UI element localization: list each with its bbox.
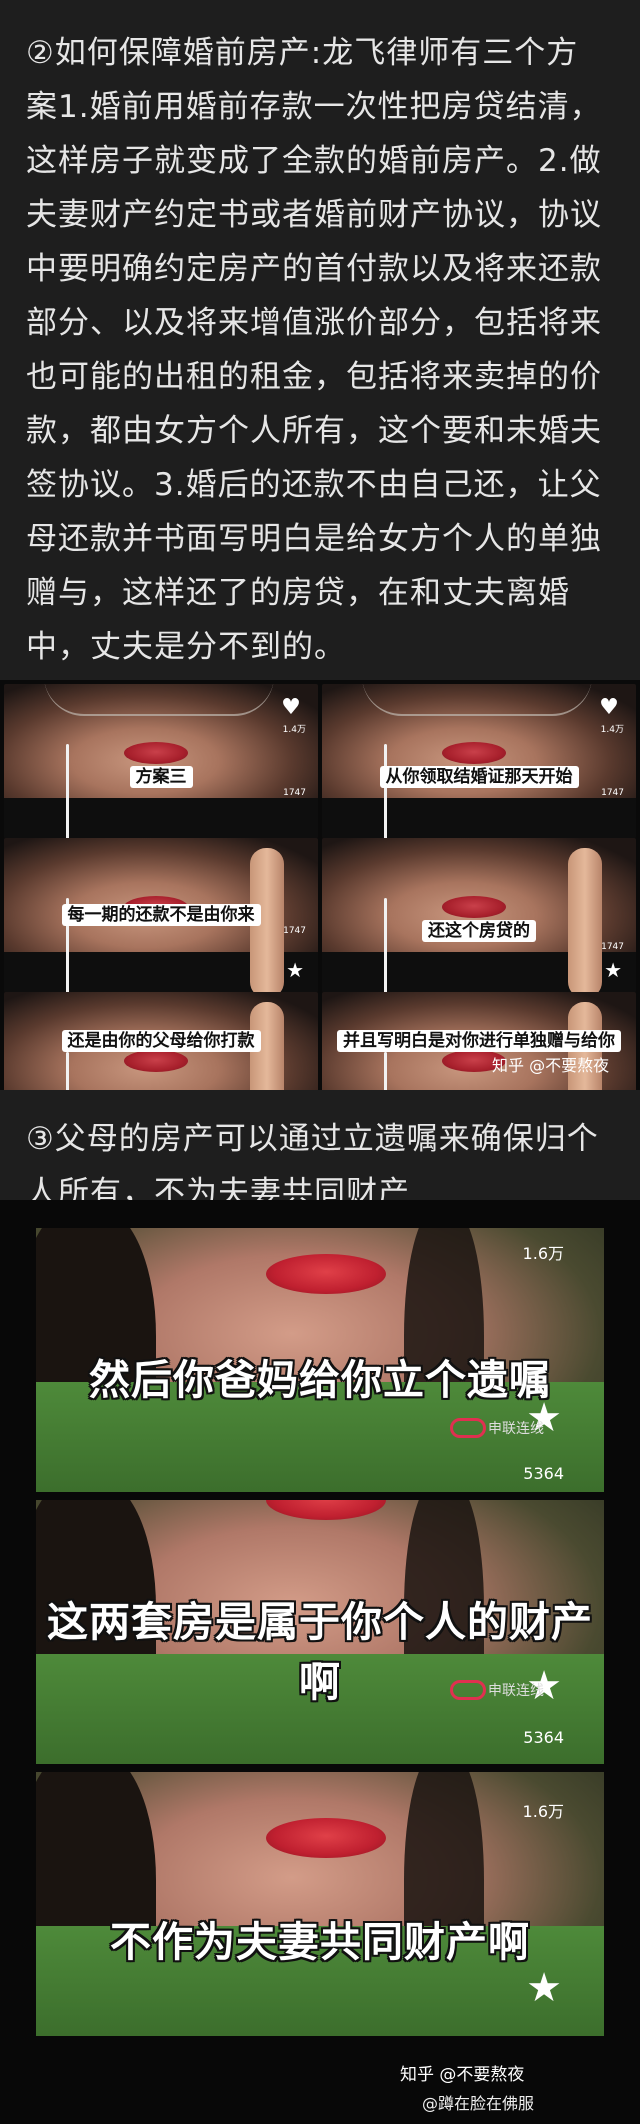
grid-caption: 并且写明白是对你进行单独赠与给你 (322, 1026, 636, 1052)
lips (442, 896, 506, 918)
grid-cell: 还这个房贷的 1747 ★ (322, 838, 636, 992)
section-3-block: ③父母的房产可以通过立遗嘱来确保归个人所有，不为夫妻共同财产 (0, 1090, 640, 1211)
comment-count: 1747 (601, 942, 624, 952)
frame-caption: 不作为夫妻共同财产啊 (110, 1918, 530, 1966)
grid-caption: 从你领取结婚证那天开始 (322, 762, 636, 788)
like-count: 1.6万 (522, 1244, 564, 1263)
earphone-wire (384, 744, 387, 838)
star-icon: ★ (526, 1965, 562, 2011)
glasses (44, 684, 274, 716)
grid-caption: 还这个房贷的 (322, 916, 636, 942)
video-screenshot-grid: ♥ 1.4万 方案三 1747 ♥ 1.4万 从你领取结婚证那天开始 1747 … (0, 680, 640, 1146)
video-frame: 1.6万 然后你爸妈给你立个遗嘱 ★ 申联连线 5364 (36, 1228, 604, 1492)
lips (266, 1818, 386, 1858)
like-count: 1.6万 (522, 1802, 564, 1821)
heart-icon: ♥ (281, 695, 301, 720)
lips (266, 1500, 386, 1520)
count-label: 5364 (523, 1464, 564, 1483)
zhihu-watermark-bottom: 知乎 @不要熬夜 (400, 2065, 525, 2085)
grid-caption: 方案三 (4, 762, 318, 788)
grid-cell: ♥ 1.4万 从你领取结婚证那天开始 1747 (322, 684, 636, 838)
zhihu-watermark: 知乎 @不要熬夜 (492, 1056, 610, 1075)
lips (442, 742, 506, 764)
like-count: 1.4万 (600, 725, 624, 735)
section-2-text: ②如何保障婚前房产:龙飞律师有三个方案1.婚前用婚前存款一次性把房贷结清，这样房… (26, 35, 602, 665)
video-frames-panel: 1.6万 然后你爸妈给你立个遗嘱 ★ 申联连线 5364 这两套房是属于你个人的… (0, 1200, 640, 2124)
comment-count: 1747 (601, 788, 624, 798)
lips (124, 742, 188, 764)
video-frame: 1.6万 不作为夫妻共同财产啊 ★ (36, 1772, 604, 2036)
shirt (322, 798, 636, 838)
grid-caption: 每一期的还款不是由你来 (4, 900, 318, 926)
brand-label: 申联连线 (488, 1421, 544, 1437)
star-icon: ★ (604, 958, 622, 982)
brand-logo-icon (450, 1418, 486, 1438)
count-label: 5364 (523, 1728, 564, 1747)
frame-caption: 然后你爸妈给你立个遗嘱 (89, 1356, 551, 1404)
lips (266, 1254, 386, 1294)
brand-label: 申联连线 (488, 1683, 544, 1699)
section-2-block: ②如何保障婚前房产:龙飞律师有三个方案1.婚前用婚前存款一次性把房贷结清，这样房… (0, 0, 640, 680)
comment-count: 1747 (283, 926, 306, 936)
star-icon: ★ (286, 958, 304, 982)
comment-count: 1747 (283, 788, 306, 798)
grid-caption: 还是由你的父母给你打款 (4, 1026, 318, 1052)
grid-cell: ♥ 1.4万 方案三 1747 (4, 684, 318, 838)
like-count: 1.4万 (282, 725, 306, 735)
video-frame: 这两套房是属于你个人的财产啊 ★ 申联连线 5364 (36, 1500, 604, 1764)
grid-cell: 每一期的还款不是由你来 1747 ★ (4, 838, 318, 992)
weibo-watermark: @蹲在脸在佛服 (422, 2094, 535, 2113)
glasses (362, 684, 592, 716)
shirt (4, 798, 318, 838)
brand-logo-icon (450, 1680, 486, 1700)
earphone-wire (66, 744, 69, 838)
heart-icon: ♥ (599, 695, 619, 720)
lips (124, 1050, 188, 1072)
earphone-wire (384, 898, 387, 992)
